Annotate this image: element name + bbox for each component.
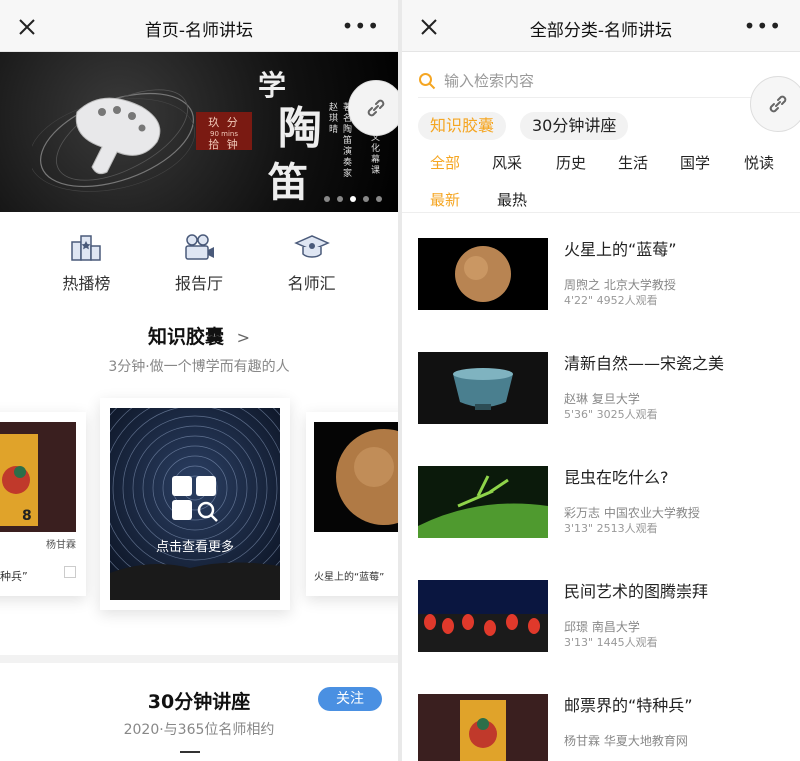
category-life[interactable]: 生活	[618, 152, 648, 173]
navigation-bar: 全部分类-名师讲坛 •••	[402, 0, 800, 52]
lecture-section-subtitle: 2020·与365位名师相约	[123, 722, 275, 738]
category-screen: 全部分类-名师讲坛 ••• 输入检索内容 知识胶囊 30分钟讲座 全部 风采 历…	[402, 0, 800, 761]
mantis-thumbnail	[418, 466, 548, 538]
banner-char-2: 陶	[278, 103, 322, 154]
sort-newest[interactable]: 最新	[430, 189, 460, 210]
category-sinology[interactable]: 国学	[680, 152, 710, 173]
capsule-section-header[interactable]: 知识胶囊 >	[0, 322, 398, 349]
search-bar[interactable]: 输入检索内容	[418, 64, 784, 98]
divider	[402, 212, 800, 213]
lecture-section: 30分钟讲座 2020·与365位名师相约 关注	[0, 655, 398, 761]
home-screen: 首页-名师讲坛 ••• 玖 分 90 mins 拾 钟 学 陶 笛 赵琪晴 著名…	[0, 0, 398, 761]
lecture-hall-icon	[185, 234, 214, 260]
chevron-right-icon: >	[236, 328, 251, 347]
hero-banner[interactable]: 玖 分 90 mins 拾 钟 学 陶 笛 赵琪晴 著名陶笛演奏家 文化幕课	[0, 52, 398, 212]
capsule-card-center[interactable]: 点击查看更多	[82, 375, 308, 610]
view-more-label: 点击查看更多	[155, 540, 234, 555]
list-item-author: 赵琳 复旦大学	[564, 392, 640, 406]
badge-small: 90 mins	[210, 130, 238, 138]
stamp-thumbnail: 8	[0, 422, 76, 532]
list-item-author: 周煦之 北京大学教授	[564, 278, 676, 292]
link-icon	[367, 99, 385, 117]
svg-text:8: 8	[22, 508, 32, 524]
more-icon[interactable]: •••	[342, 14, 380, 38]
list-item[interactable]: 邮票界的“特种兵” 杨甘霖 华夏大地教育网	[418, 692, 788, 761]
pagination-dot[interactable]	[324, 196, 330, 202]
card-caption: 火星上的“蓝莓”	[314, 572, 385, 583]
list-item[interactable]: 民间艺术的图腾崇拜 邱璟 南昌大学 3'13" 1445人观看	[418, 578, 788, 654]
hot-list-icon	[71, 235, 102, 261]
list-item-author: 邱璟 南昌大学	[564, 620, 640, 634]
pill-knowledge-capsule[interactable]: 知识胶囊	[418, 112, 507, 140]
pagination-dot[interactable]	[363, 196, 369, 202]
badge-line-2: 拾 钟	[208, 138, 240, 151]
banner-tag: 文化幕课	[369, 132, 379, 176]
list-item-meta: 5'36" 3025人观看	[564, 408, 658, 421]
capsule-section-subtitle: 3分钟·做一个博学而有趣的人	[108, 359, 290, 375]
list-item[interactable]: 昆虫在吃什么? 彩万志 中国农业大学教授 3'13" 2513人观看	[418, 464, 788, 540]
sort-hottest[interactable]: 最热	[497, 189, 527, 210]
duration-badge: 玖 分 90 mins 拾 钟	[196, 112, 252, 151]
card-author: 杨甘霖	[46, 540, 76, 551]
card-caption: 种兵”	[0, 570, 28, 583]
list-item-title: 邮票界的“特种兵”	[564, 696, 693, 715]
page-title: 全部分类-名师讲坛	[529, 21, 673, 41]
quick-entry-hot-list[interactable]: 热播榜	[41, 232, 131, 302]
list-item-meta: 3'13" 1445人观看	[564, 636, 658, 649]
capsule-section-title: 知识胶囊	[147, 326, 224, 348]
quick-entry-famous-teachers[interactable]: 名师汇	[267, 232, 357, 302]
banner-performer-name: 赵琪晴	[327, 102, 337, 135]
stamp-thumbnail	[418, 694, 548, 761]
category-all[interactable]: 全部	[430, 152, 460, 173]
navigation-bar: 首页-名师讲坛 •••	[0, 0, 398, 52]
card-checkbox[interactable]	[64, 566, 76, 578]
list-item-author: 杨甘霖 华夏大地教育网	[564, 734, 688, 748]
more-icon[interactable]: •••	[744, 14, 782, 38]
badge-line-1: 玖 分	[208, 116, 240, 129]
ocarina-image	[75, 97, 161, 175]
banner-pagination[interactable]	[324, 196, 382, 202]
search-icon	[419, 72, 436, 89]
capsule-card-mars[interactable]: 火星上的“蓝莓”	[306, 412, 398, 596]
link-button[interactable]	[348, 80, 398, 136]
category-reading[interactable]: 悦读	[744, 152, 774, 173]
quick-entry-label: 热播榜	[62, 274, 111, 293]
lanterns-thumbnail	[418, 580, 548, 652]
pagination-dot[interactable]	[376, 196, 382, 202]
list-item[interactable]: 火星上的“蓝莓” 周煦之 北京大学教授 4'22" 4952人观看	[418, 236, 788, 312]
star-trail-image	[82, 375, 308, 601]
follow-button[interactable]: 关注	[318, 687, 382, 711]
porcelain-bowl-thumbnail	[418, 352, 548, 424]
pagination-dot[interactable]	[337, 196, 343, 202]
list-item-title: 火星上的“蓝莓”	[564, 240, 677, 259]
list-item-meta: 3'13" 2513人观看	[564, 522, 658, 535]
search-placeholder[interactable]: 输入检索内容	[444, 70, 534, 91]
capsule-card-stamps[interactable]: 8 杨甘霖 种兵”	[0, 412, 86, 596]
list-item[interactable]: 清新自然——宋瓷之美 赵琳 复旦大学 5'36" 3025人观看	[418, 350, 788, 426]
list-item-title: 清新自然——宋瓷之美	[564, 354, 725, 373]
banner-char-3: 笛	[268, 159, 308, 206]
page-title: 首页-名师讲坛	[144, 21, 254, 41]
quick-entry-lecture-hall[interactable]: 报告厅	[154, 232, 244, 302]
list-item-title: 昆虫在吃什么?	[564, 468, 669, 487]
category-style[interactable]: 风采	[492, 152, 522, 173]
quick-entry-label: 报告厅	[174, 274, 223, 293]
list-item-title: 民间艺术的图腾崇拜	[564, 582, 709, 601]
pagination-dot-active[interactable]	[350, 196, 356, 202]
quick-entry-row: 热播榜 报告厅 名师汇	[0, 232, 398, 302]
quick-entry-label: 名师汇	[287, 274, 336, 293]
category-history[interactable]: 历史	[556, 152, 586, 173]
list-item-author: 彩万志 中国农业大学教授	[564, 506, 700, 520]
mars-thumbnail	[314, 422, 398, 532]
link-icon	[769, 95, 787, 113]
scroll-indicator	[180, 751, 200, 753]
link-button[interactable]	[750, 76, 800, 132]
graduation-cap-icon	[293, 235, 330, 258]
list-item-meta: 4'22" 4952人观看	[564, 294, 658, 307]
pill-30min-lecture[interactable]: 30分钟讲座	[520, 112, 629, 140]
mars-thumbnail	[418, 238, 548, 310]
